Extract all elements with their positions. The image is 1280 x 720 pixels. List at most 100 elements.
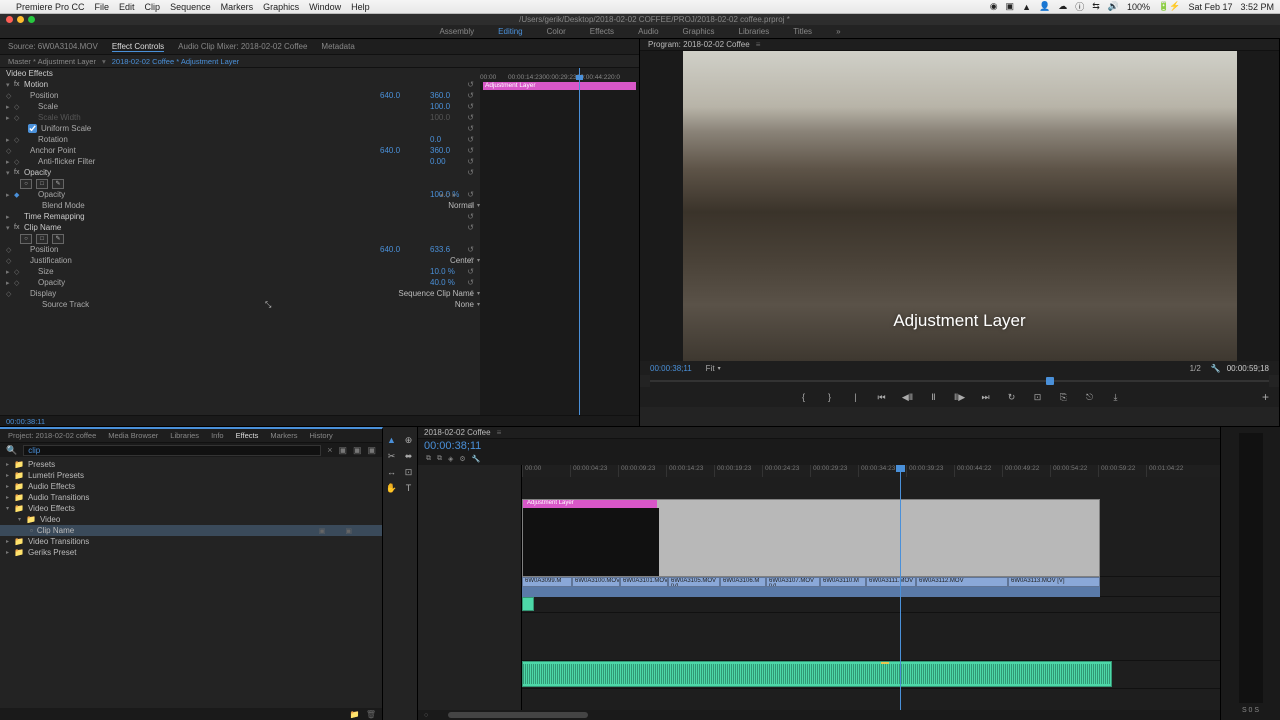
loop-icon[interactable]: ↻ [1005, 392, 1019, 403]
workspace-effects[interactable]: Effects [590, 27, 614, 36]
zoom-fit-dropdown[interactable]: Fit [706, 364, 721, 373]
reset-icon[interactable]: ↺ [467, 146, 474, 155]
reset-icon[interactable]: ↺ [467, 124, 474, 133]
clip-v1-8[interactable]: 6W0A3112.MOV [916, 577, 1008, 587]
reset-icon[interactable]: ↺ [467, 212, 474, 221]
workspace-editing[interactable]: Editing [498, 27, 522, 36]
time-remapping-effect[interactable]: Time Remapping [24, 212, 480, 221]
resolution-dropdown[interactable]: 1/2 [1190, 364, 1201, 373]
lift-icon[interactable]: ⎋ [1083, 392, 1097, 403]
reset-icon[interactable]: ↺ [467, 102, 474, 111]
cn-pos-x[interactable]: 640.0 [380, 245, 430, 254]
snap-icon[interactable]: ⧉ [426, 455, 431, 463]
wrench-icon[interactable]: 🔧 [1211, 364, 1221, 373]
timeline-scrollbar[interactable]: ○ [418, 710, 1220, 720]
reset-icon[interactable]: ↺ [467, 91, 474, 100]
clip-v1-7[interactable]: 6W0A3111.MOV [866, 577, 916, 587]
timeline-playhead[interactable] [900, 465, 901, 710]
ec-clip-bar[interactable]: Adjustment Layer [483, 82, 636, 90]
marker-icon[interactable]: | [849, 392, 863, 402]
mask-rect[interactable]: □ [36, 179, 48, 189]
menu-file[interactable]: File [95, 2, 110, 12]
safe-margins-icon[interactable]: ⊡ [1031, 392, 1045, 403]
tab-libraries[interactable]: Libraries [170, 431, 199, 440]
mask-pen[interactable]: ✎ [52, 234, 64, 244]
close-window[interactable] [6, 16, 13, 23]
maximize-window[interactable] [28, 16, 35, 23]
reset-icon[interactable]: ↺ [467, 278, 474, 287]
tab-effects[interactable]: Effects [236, 431, 259, 440]
tree-audio-trans[interactable]: ▸📁Audio Transitions [0, 492, 382, 503]
blend-mode-dropdown[interactable]: Normal [448, 201, 480, 210]
linked-sel-icon[interactable]: ⧉ [437, 455, 442, 463]
twisty[interactable]: ▸ [6, 103, 14, 111]
clip-v1-0[interactable]: 6W0A3099.M [522, 577, 572, 587]
settings-icon[interactable]: ⚙ [459, 455, 465, 463]
reset-icon[interactable]: ↺ [467, 223, 474, 232]
status-icon[interactable]: ▲ [1022, 2, 1031, 12]
ec-clip-link[interactable]: 2018-02-02 Coffee * Adjustment Layer [112, 57, 239, 66]
clip-music[interactable] [522, 661, 1112, 687]
clip-v1-4[interactable]: 6W0A3106.M [720, 577, 766, 587]
sync-icon[interactable]: ☁ [1058, 1, 1067, 12]
status-icon[interactable]: ◉ [990, 1, 998, 12]
clip-a1[interactable] [522, 597, 534, 611]
tab-project[interactable]: Project: 2018-02-02 coffee [8, 431, 96, 440]
timeline-ruler[interactable]: 00:0000:00:04:2300:00:09:2300:00:14:2300… [522, 465, 1220, 477]
go-to-out-icon[interactable]: ⏭ [979, 392, 993, 403]
menu-window[interactable]: Window [309, 2, 341, 12]
reset-icon[interactable]: ↺ [467, 113, 474, 122]
clip-v1-9[interactable]: 6W0A3113.MOV [V] [1008, 577, 1100, 587]
tab-media-browser[interactable]: Media Browser [108, 431, 158, 440]
timeline-timecode[interactable]: 00:00:38;11 [424, 440, 481, 452]
reset-icon[interactable]: ↺ [467, 157, 474, 166]
effects-search-input[interactable] [23, 445, 321, 456]
tree-clip-name[interactable]: ▫Clip Name▣▣ [0, 525, 382, 536]
pen-tool[interactable]: ⊡ [402, 465, 416, 479]
ec-playhead[interactable] [579, 68, 580, 415]
reset-icon[interactable]: ↺ [467, 256, 474, 265]
play-icon[interactable]: Ⅱ [927, 392, 941, 403]
tab-info[interactable]: Info [211, 431, 224, 440]
tree-video[interactable]: ▾📁Video [0, 514, 382, 525]
minimize-window[interactable] [17, 16, 24, 23]
workspace-assembly[interactable]: Assembly [439, 27, 474, 36]
new-bin-icon[interactable]: 📁 [350, 710, 360, 719]
export-frame-icon[interactable]: ⎘ [1057, 392, 1071, 403]
audio-meter[interactable] [1239, 433, 1263, 703]
tab-metadata[interactable]: Metadata [321, 42, 354, 51]
source-track-dropdown[interactable]: None [455, 300, 480, 309]
tab-source[interactable]: Source: 6W0A3104.MOV [8, 42, 98, 51]
stopwatch-icon[interactable]: ◇ [14, 103, 24, 111]
date[interactable]: Sat Feb 17 [1188, 2, 1232, 12]
tree-audio-fx[interactable]: ▸📁Audio Effects [0, 481, 382, 492]
step-fwd-icon[interactable]: Ⅱ▶ [953, 392, 967, 403]
step-back-icon[interactable]: ◀Ⅱ [901, 392, 915, 403]
mask-rect[interactable]: □ [36, 234, 48, 244]
fx-badge[interactable]: fx [14, 81, 24, 88]
ripple-tool[interactable]: ✂ [385, 449, 399, 463]
extract-icon[interactable]: ⤓ [1109, 392, 1123, 403]
opacity-effect[interactable]: Opacity [24, 168, 480, 177]
program-tc-in[interactable]: 00:00:38;11 [650, 364, 692, 373]
mask-pen[interactable]: ✎ [52, 179, 64, 189]
reset-icon[interactable]: ↺ [467, 80, 474, 89]
user-icon[interactable]: 👤 [1039, 1, 1050, 12]
reset-icon[interactable]: ↺ [467, 190, 474, 199]
workspace-libraries[interactable]: Libraries [739, 27, 770, 36]
wrench-icon[interactable]: 🔧 [472, 455, 481, 463]
clip-adjustment-layer[interactable]: Adjustment Layer [522, 499, 1100, 577]
menu-edit[interactable]: Edit [119, 2, 135, 12]
clipname-effect[interactable]: Clip Name [24, 223, 480, 232]
tab-history[interactable]: History [309, 431, 332, 440]
go-to-in-icon[interactable]: ⏮ [875, 392, 889, 403]
volume-icon[interactable]: 🔊 [1108, 1, 1119, 12]
tab-audio-mixer[interactable]: Audio Clip Mixer: 2018-02-02 Coffee [178, 42, 307, 51]
menu-markers[interactable]: Markers [221, 2, 254, 12]
uniform-scale-checkbox[interactable] [28, 124, 37, 133]
anchor-x[interactable]: 640.0 [380, 146, 430, 155]
mark-in-icon[interactable]: { [797, 392, 811, 402]
menu-help[interactable]: Help [351, 2, 370, 12]
twisty[interactable]: ▾ [6, 81, 14, 89]
type-tool[interactable]: T [402, 481, 416, 495]
